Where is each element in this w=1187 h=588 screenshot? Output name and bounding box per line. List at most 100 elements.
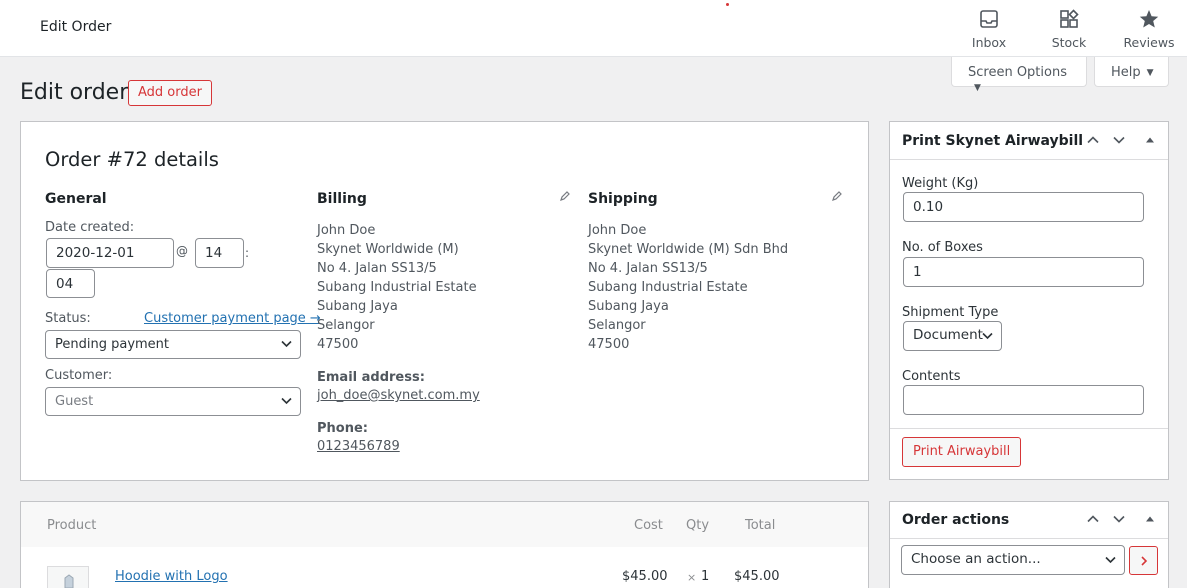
billing-address-line: Subang Jaya bbox=[317, 299, 398, 314]
edit-shipping-pencil-icon[interactable] bbox=[831, 190, 843, 202]
help-label: Help bbox=[1111, 65, 1141, 80]
caret-down-icon: ▼ bbox=[974, 83, 981, 93]
notification-dot bbox=[726, 3, 729, 6]
product-thumbnail bbox=[47, 566, 89, 588]
hour-input[interactable]: 14 bbox=[195, 238, 244, 268]
chevron-right-icon bbox=[1141, 556, 1148, 566]
billing-address-line: Skynet Worldwide (M) bbox=[317, 242, 459, 257]
collapse-toggle-icon[interactable] bbox=[1143, 133, 1157, 147]
boxes-input[interactable]: 1 bbox=[903, 257, 1144, 287]
status-select[interactable]: Pending payment bbox=[45, 330, 301, 359]
move-down-icon[interactable] bbox=[1112, 133, 1126, 147]
add-order-button[interactable]: Add order bbox=[128, 80, 212, 106]
billing-address-line: No 4. Jalan SS13/5 bbox=[317, 261, 437, 276]
order-details-card: Order #72 details General Date created: … bbox=[20, 121, 869, 481]
divider bbox=[890, 538, 1168, 539]
shipping-address-line: Subang Jaya bbox=[588, 299, 669, 314]
shipping-address-line: John Doe bbox=[588, 223, 647, 238]
shipping-address-line: Subang Industrial Estate bbox=[588, 280, 748, 295]
divider bbox=[890, 428, 1168, 429]
divider bbox=[890, 159, 1168, 160]
billing-heading: Billing bbox=[317, 191, 367, 207]
boxes-label: No. of Boxes bbox=[902, 240, 983, 255]
qty-times: × bbox=[687, 571, 697, 584]
items-table-header: Product Cost Qty Total bbox=[21, 502, 868, 547]
status-select-value: Pending payment bbox=[55, 337, 170, 352]
shipment-type-value: Document bbox=[913, 327, 983, 343]
phone-label: Phone: bbox=[317, 421, 368, 436]
stock-icon bbox=[1060, 9, 1079, 28]
reviews-label: Reviews bbox=[1123, 35, 1175, 50]
shipping-address-line: Skynet Worldwide (M) Sdn Bhd bbox=[588, 242, 789, 257]
inbox-icon bbox=[980, 10, 998, 28]
total-column-header: Total bbox=[745, 518, 776, 533]
order-heading: Order #72 details bbox=[45, 148, 219, 171]
edit-billing-pencil-icon[interactable] bbox=[559, 190, 571, 202]
help-button[interactable]: Help ▼ bbox=[1094, 57, 1169, 87]
stock-label: Stock bbox=[1051, 35, 1087, 50]
inbox-label: Inbox bbox=[971, 35, 1007, 50]
apply-action-button[interactable] bbox=[1129, 546, 1158, 575]
inbox-button[interactable]: Inbox bbox=[954, 8, 1024, 50]
minute-input[interactable]: 04 bbox=[46, 269, 95, 298]
email-label: Email address: bbox=[317, 370, 425, 385]
screen-options-label: Screen Options bbox=[968, 65, 1067, 80]
move-up-icon[interactable] bbox=[1086, 133, 1100, 147]
order-action-select[interactable]: Choose an action... bbox=[901, 545, 1125, 575]
chevron-down-icon bbox=[1105, 556, 1116, 564]
top-bar: Edit Order Inbox Stock Reviews bbox=[0, 0, 1187, 57]
chevron-down-icon bbox=[982, 332, 993, 340]
page-title: Edit order bbox=[20, 80, 129, 105]
chevron-down-icon bbox=[281, 397, 292, 405]
order-actions-card: Order actions Choose an action... bbox=[889, 501, 1169, 588]
email-link[interactable]: joh_doe@skynet.com.my bbox=[317, 386, 480, 405]
billing-address-line: 47500 bbox=[317, 337, 359, 352]
move-down-icon[interactable] bbox=[1112, 512, 1126, 526]
print-airwaybill-button[interactable]: Print Airwaybill bbox=[902, 437, 1022, 467]
customer-payment-page-link[interactable]: Customer payment page → bbox=[144, 311, 321, 326]
topbar-title: Edit Order bbox=[40, 19, 112, 35]
stock-button[interactable]: Stock bbox=[1034, 8, 1104, 50]
status-label: Status: bbox=[45, 311, 91, 326]
at-label: @ bbox=[176, 244, 188, 258]
customer-select-value: Guest bbox=[55, 394, 94, 409]
qty-column-header: Qty bbox=[686, 518, 710, 533]
airwaybill-title: Print Skynet Airwaybill bbox=[902, 133, 1084, 149]
star-icon bbox=[1139, 10, 1159, 28]
move-up-icon[interactable] bbox=[1086, 512, 1100, 526]
shipping-heading: Shipping bbox=[588, 191, 658, 207]
screen-options-button[interactable]: Screen Options ▼ bbox=[951, 57, 1087, 93]
date-input[interactable]: 2020-12-01 bbox=[46, 238, 174, 268]
weight-label: Weight (Kg) bbox=[902, 176, 979, 191]
billing-address-line: Subang Industrial Estate bbox=[317, 280, 477, 295]
caret-down-icon: ▼ bbox=[1146, 68, 1154, 78]
airwaybill-card: Print Skynet Airwaybill Weight (Kg) 0.10… bbox=[889, 121, 1169, 480]
shipping-address-line: 47500 bbox=[588, 337, 630, 352]
order-action-value: Choose an action... bbox=[911, 551, 1041, 567]
reviews-button[interactable]: Reviews bbox=[1114, 8, 1184, 50]
shipment-type-label: Shipment Type bbox=[902, 305, 999, 320]
order-items-card: Product Cost Qty Total Hoodie with Logo … bbox=[20, 501, 869, 588]
billing-address-line: John Doe bbox=[317, 223, 376, 238]
shipment-type-select[interactable]: Document bbox=[903, 321, 1002, 351]
phone-link[interactable]: 0123456789 bbox=[317, 437, 400, 456]
cost-column-header: Cost bbox=[634, 518, 663, 533]
order-actions-title: Order actions bbox=[902, 512, 1010, 528]
collapse-toggle-icon[interactable] bbox=[1143, 512, 1157, 526]
product-column-header: Product bbox=[47, 518, 97, 533]
hoodie-image-icon bbox=[64, 574, 74, 588]
colon-label: : bbox=[245, 246, 250, 260]
item-cost: $45.00 bbox=[622, 569, 668, 584]
contents-label: Contents bbox=[902, 369, 961, 384]
shipping-address-line: No 4. Jalan SS13/5 bbox=[588, 261, 708, 276]
item-total: $45.00 bbox=[734, 569, 780, 584]
billing-address-line: Selangor bbox=[317, 318, 375, 333]
general-heading: General bbox=[45, 191, 107, 207]
customer-select[interactable]: Guest bbox=[45, 387, 301, 416]
product-link[interactable]: Hoodie with Logo bbox=[115, 569, 228, 584]
shipping-address-line: Selangor bbox=[588, 318, 646, 333]
chevron-down-icon bbox=[281, 340, 292, 348]
contents-input[interactable] bbox=[903, 385, 1144, 415]
item-qty: 1 bbox=[701, 569, 710, 584]
weight-input[interactable]: 0.10 bbox=[903, 192, 1144, 222]
